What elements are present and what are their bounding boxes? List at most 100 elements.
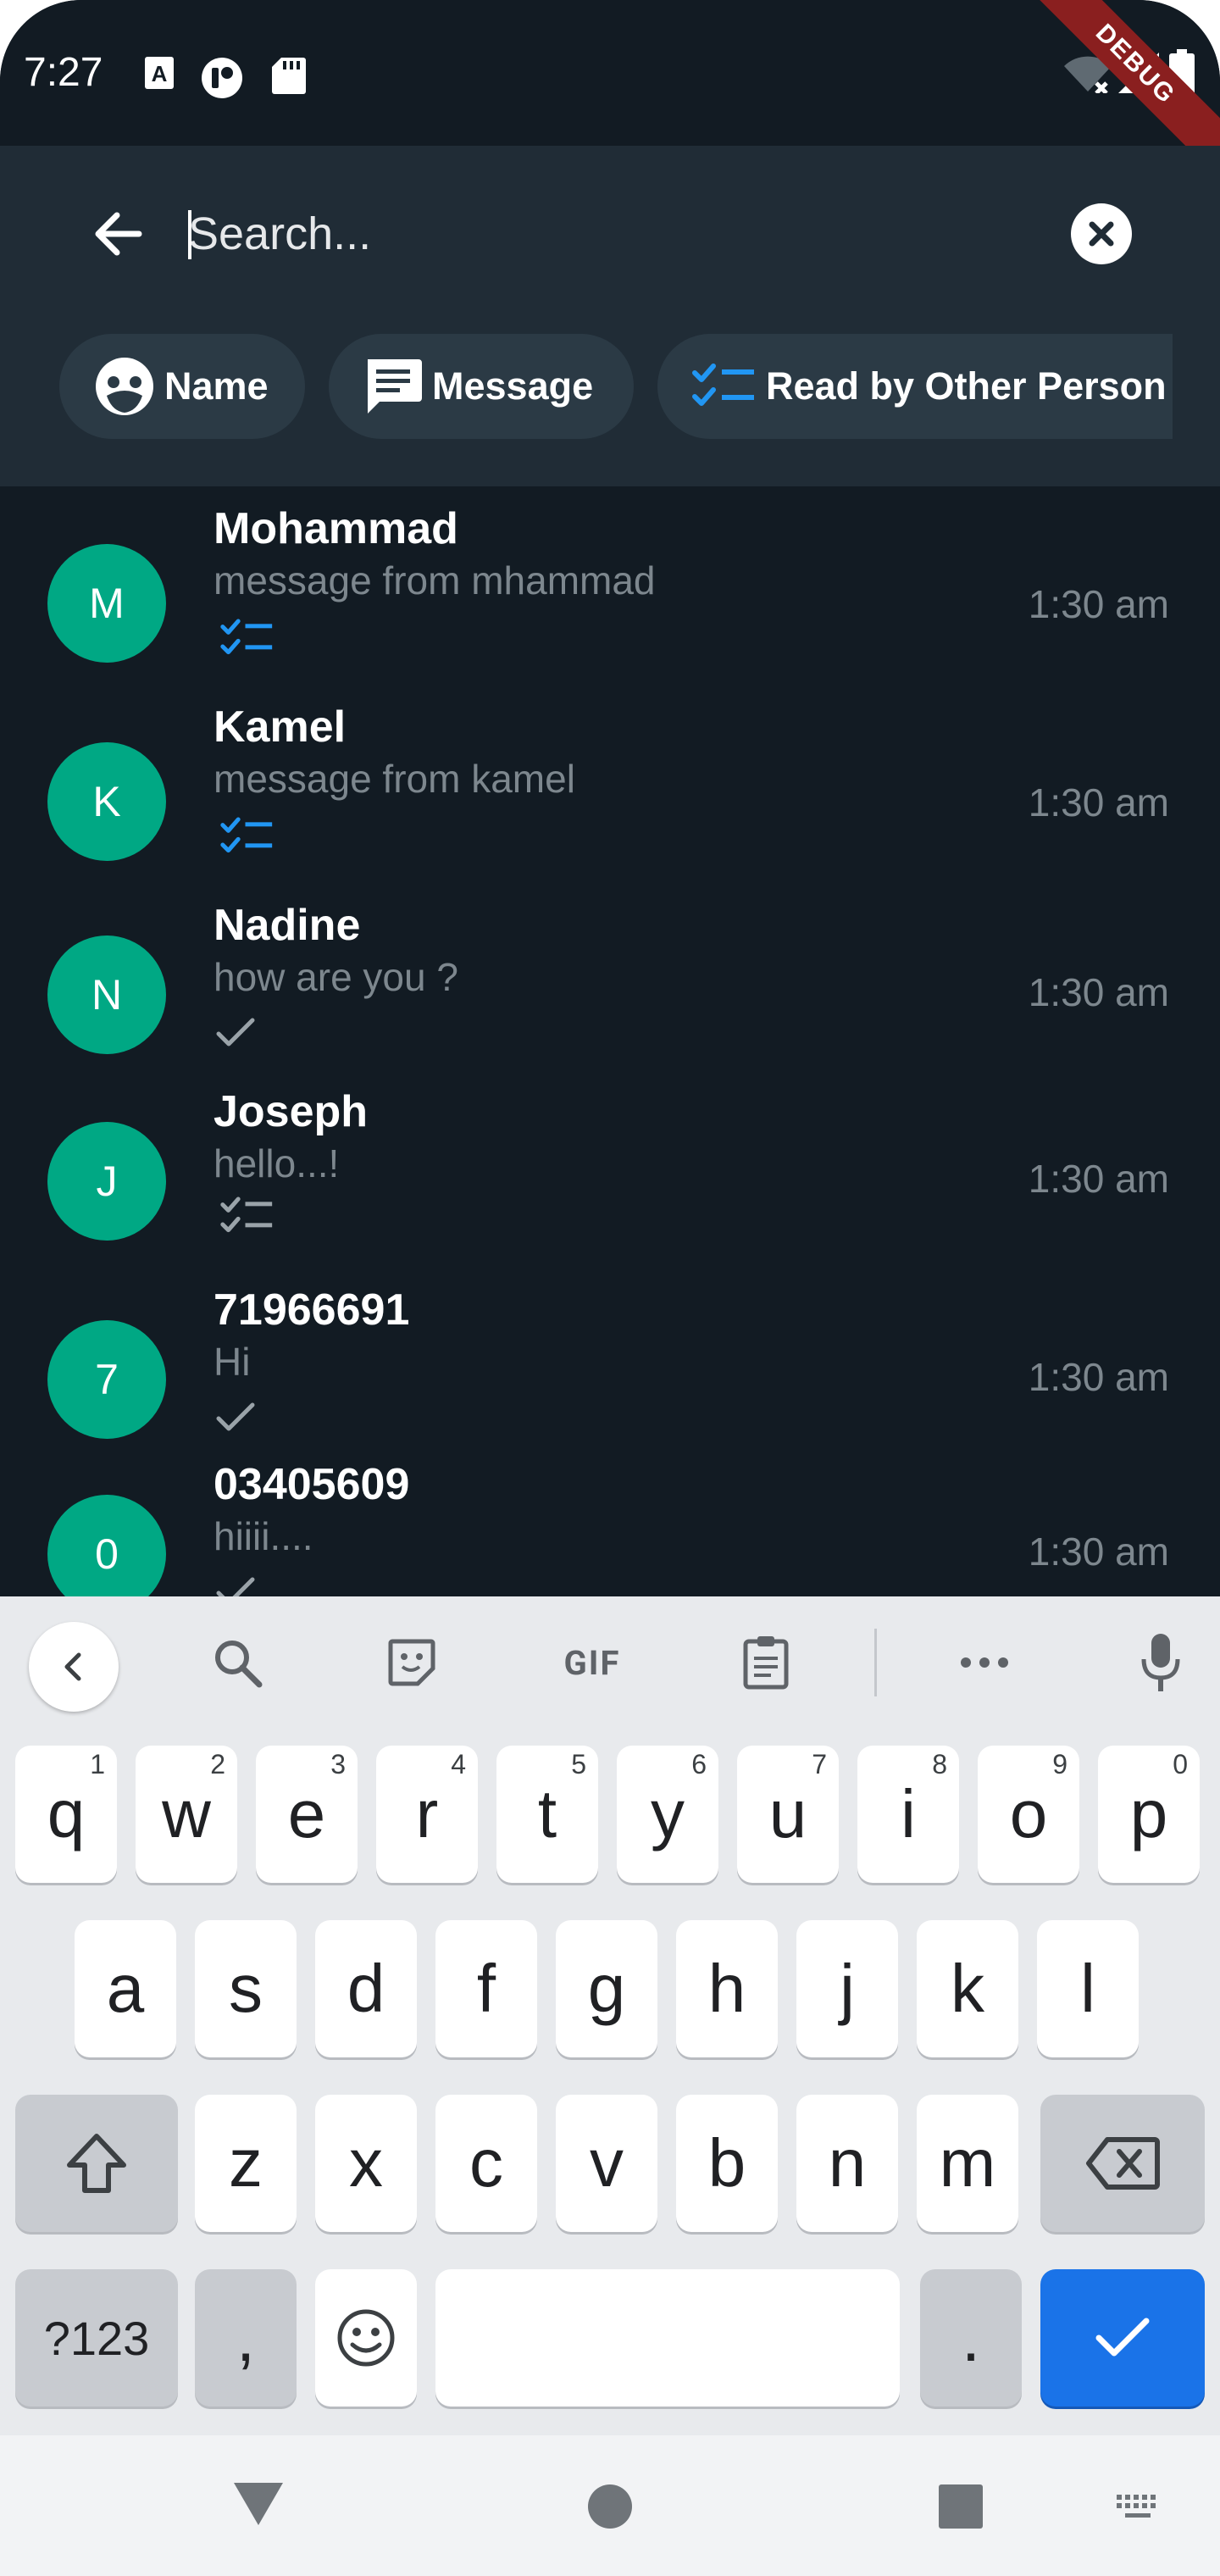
key-f[interactable]: f	[435, 1920, 537, 2057]
filter-chip-name[interactable]: Name	[59, 334, 305, 439]
chat-time: 1:30 am	[1028, 582, 1169, 626]
face-icon	[93, 355, 156, 418]
key-e[interactable]: e3	[256, 1746, 358, 1883]
chat-list: M Mohammad message from mhammad 1:30 am …	[0, 486, 1220, 1596]
mic-icon	[1141, 1634, 1180, 1691]
checkmark-icon	[1095, 2318, 1150, 2357]
key-t[interactable]: t5	[496, 1746, 598, 1883]
sticker-icon	[388, 1639, 435, 1686]
key-s[interactable]: s	[195, 1920, 297, 2057]
text-cursor	[188, 210, 191, 259]
key-m[interactable]: m	[917, 2095, 1018, 2232]
keyboard-sticker-button[interactable]	[378, 1629, 446, 1696]
chevron-left-icon	[64, 1652, 81, 1681]
chat-message: hello...!	[214, 1141, 340, 1185]
avatar: M	[47, 544, 166, 663]
back-arrow-icon[interactable]	[85, 200, 152, 268]
avatar: J	[47, 1122, 166, 1241]
chat-row-joseph[interactable]: J Joseph hello...! 1:30 am	[0, 1086, 1220, 1273]
keyboard-mic-button[interactable]	[1127, 1629, 1195, 1696]
key-i[interactable]: i8	[857, 1746, 959, 1883]
filter-chip-message-label: Message	[432, 364, 594, 408]
key-a[interactable]: a	[75, 1920, 176, 2057]
chat-row-nadine[interactable]: N Nadine how are you ? 1:30 am	[0, 900, 1220, 1086]
chat-time: 1:30 am	[1028, 1355, 1169, 1399]
chat-name: 03405609	[214, 1460, 410, 1509]
media-icon	[202, 58, 242, 98]
chat-row-03405609[interactable]: 0 03405609 hiiii.... 1:30 am	[0, 1459, 1220, 1596]
emoji-key[interactable]	[315, 2269, 417, 2407]
keyboard-gif-button[interactable]: GIF	[554, 1629, 630, 1696]
search-icon	[215, 1641, 263, 1688]
symbols-key[interactable]: ?123	[15, 2269, 178, 2407]
nav-recents-icon[interactable]	[939, 2484, 983, 2529]
avatar: 0	[47, 1495, 166, 1596]
avatar: N	[47, 935, 166, 1054]
app-screen: 7:27 A DEBUG Search... Name Message Read…	[0, 0, 1220, 2576]
navigation-bar	[0, 2435, 1220, 2576]
key-l[interactable]: l	[1037, 1920, 1139, 2057]
close-icon	[1089, 221, 1114, 247]
enter-key[interactable]	[1040, 2269, 1205, 2407]
avatar: 7	[47, 1320, 166, 1439]
clear-search-button[interactable]	[1071, 203, 1132, 264]
sd-card-icon	[272, 58, 306, 94]
chat-row-mohammad[interactable]: M Mohammad message from mhammad 1:30 am	[0, 503, 1220, 690]
emoji-icon	[337, 2309, 395, 2367]
shift-icon	[67, 2134, 126, 2193]
key-c[interactable]: c	[435, 2095, 537, 2232]
keyboard-back-button[interactable]	[29, 1622, 119, 1712]
key-o[interactable]: o9	[978, 1746, 1079, 1883]
key-u[interactable]: u7	[737, 1746, 839, 1883]
backspace-icon	[1086, 2137, 1160, 2190]
nav-back-icon[interactable]	[232, 2481, 285, 2527]
keyboard-more-button[interactable]	[951, 1629, 1018, 1696]
chat-message: Hi	[214, 1340, 251, 1384]
key-p[interactable]: p0	[1098, 1746, 1200, 1883]
key-r[interactable]: r4	[376, 1746, 478, 1883]
filter-chip-name-label: Name	[164, 364, 269, 408]
key-v[interactable]: v	[556, 2095, 657, 2232]
period-key[interactable]: .	[920, 2269, 1022, 2407]
keyboard-toolbar: GIF	[0, 1596, 1220, 1724]
chat-row-71966691[interactable]: 7 71966691 Hi 1:30 am	[0, 1285, 1220, 1471]
chat-name: Kamel	[214, 702, 347, 752]
nav-home-icon[interactable]	[586, 2483, 634, 2530]
key-q[interactable]: q1	[15, 1746, 117, 1883]
keyboard-search-button[interactable]	[203, 1629, 271, 1696]
key-y[interactable]: y6	[617, 1746, 718, 1883]
keyboard-clipboard-button[interactable]	[732, 1629, 800, 1696]
key-d[interactable]: d	[315, 1920, 417, 2057]
chat-name: Nadine	[214, 901, 361, 950]
key-k[interactable]: k	[917, 1920, 1018, 2057]
shift-key[interactable]	[15, 2095, 178, 2232]
status-time: 7:27	[24, 50, 103, 95]
comma-key[interactable]: ,	[195, 2269, 297, 2407]
key-b[interactable]: b	[676, 2095, 778, 2232]
filter-chip-read-by-other[interactable]: Read by Other Person	[657, 334, 1173, 439]
key-h[interactable]: h	[676, 1920, 778, 2057]
chat-row-kamel[interactable]: K Kamel message from kamel 1:30 am	[0, 702, 1220, 888]
sent-check-icon	[216, 1402, 255, 1431]
soft-keyboard: GIF q 1 w 2 e 3 r 4 t 5 y 6 u 7 i 8 o 9 …	[0, 1596, 1220, 2435]
backspace-key[interactable]	[1040, 2095, 1205, 2232]
key-j[interactable]: j	[796, 1920, 898, 2057]
key-x[interactable]: x	[315, 2095, 417, 2232]
chat-time: 1:30 am	[1028, 1530, 1169, 1574]
filter-chip-read-label: Read by Other Person	[766, 364, 1167, 408]
key-w[interactable]: w2	[136, 1746, 237, 1883]
avatar: K	[47, 742, 166, 861]
key-n[interactable]: n	[796, 2095, 898, 2232]
keyboard-switch-icon[interactable]	[1115, 2491, 1162, 2522]
space-key[interactable]	[435, 2269, 900, 2407]
key-z[interactable]: z	[195, 2095, 297, 2232]
filter-chip-message[interactable]: Message	[329, 334, 634, 439]
svg-text:A: A	[152, 61, 168, 86]
key-g[interactable]: g	[556, 1920, 657, 2057]
status-bar: 7:27 A DEBUG	[0, 0, 1220, 182]
search-input[interactable]	[188, 200, 1035, 268]
chat-name: Mohammad	[214, 504, 458, 553]
chat-time: 1:30 am	[1028, 780, 1169, 824]
read-checklist-icon	[220, 817, 273, 853]
chat-message: hiiii....	[214, 1514, 313, 1558]
